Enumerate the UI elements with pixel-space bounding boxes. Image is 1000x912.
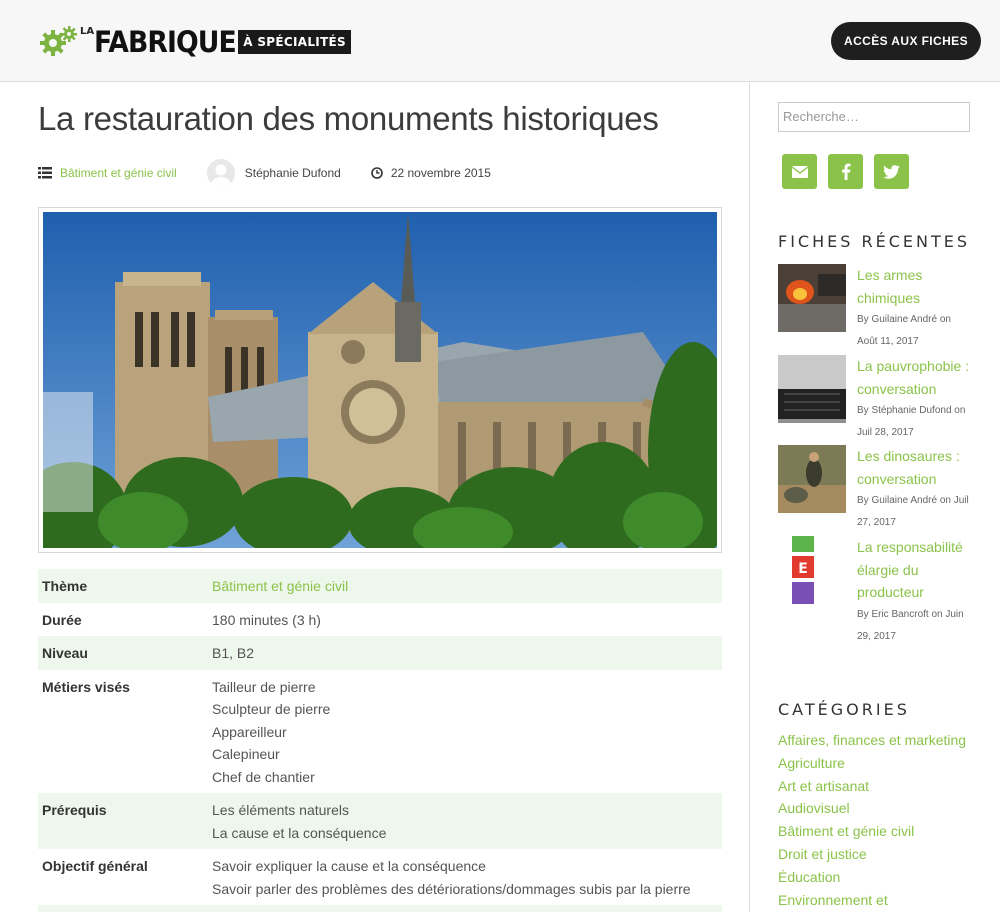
info-row: Objectif général Savoir expliquer la caus… (38, 849, 722, 905)
info-line: Les éléments naturels (212, 802, 349, 818)
info-key: Durée (42, 611, 82, 628)
category-link[interactable]: Affaires, finances et marketing (778, 729, 966, 752)
course-info-table: Thème Bâtiment et génie civil Durée 180 min… (38, 569, 722, 912)
post-author[interactable]: Stéphanie Dufond (245, 166, 341, 180)
twitter-share-button[interactable] (874, 154, 909, 189)
page-title: La restauration des monuments historique… (38, 100, 659, 137)
cathedral-illustration (43, 212, 717, 548)
info-line: Savoir parler des problèmes des détérior… (212, 880, 691, 897)
post-thumbnail[interactable] (778, 445, 846, 513)
post-thumbnail[interactable]: E (778, 536, 846, 604)
recent-post-title[interactable]: La responsabilité élargie du producteur (857, 536, 973, 604)
info-row: Métiers visés Tailleur de pierre Sculpteur… (38, 670, 722, 794)
info-row: Durée 180 minutes (3 h) (38, 603, 722, 637)
svg-text:E: E (798, 561, 808, 577)
recent-post-title[interactable]: Les dinosaures : conversation (857, 445, 973, 490)
info-key: Métiers visés (42, 678, 130, 695)
avatar[interactable] (206, 159, 235, 187)
social-buttons (782, 154, 909, 189)
info-key: Thème (42, 578, 88, 594)
clock-icon (371, 167, 383, 179)
category-link[interactable]: Art et artisanat (778, 775, 966, 798)
categories-heading: CATÉGORIES (778, 700, 910, 719)
category-link[interactable]: Droit et justice (778, 843, 966, 866)
info-value: Savoir expliquer la cause et la conséque… (212, 855, 691, 900)
info-row: Prérequis Les éléments naturels La cause e… (38, 793, 722, 849)
recent-post-title[interactable]: La pauvrophobie : conversation (857, 355, 973, 400)
info-row: Objectif grammaticalLa cause et la consé… (38, 905, 722, 912)
recent-post-meta: By Guilaine André on Juil 27, 2017 (857, 495, 969, 528)
info-line: B1, B2 (212, 645, 255, 661)
info-key: Objectif général (42, 858, 148, 874)
info-value: Les éléments naturels La cause et la cons… (212, 799, 386, 844)
info-row: Niveau B1, B2 (38, 636, 722, 670)
recent-post[interactable]: E La responsabilité élargie du producteu… (778, 536, 973, 648)
twitter-icon (883, 164, 900, 179)
info-line: 180 minutes (3 h) (212, 611, 321, 628)
recent-posts-heading: FICHES RÉCENTES (778, 232, 970, 251)
access-fiches-button[interactable]: ACCÈS AUX FICHES (831, 22, 981, 60)
info-line: La cause et la conséquence (212, 824, 387, 841)
facebook-share-button[interactable] (828, 154, 863, 189)
logo-main-text: FABRIQUE (94, 25, 237, 59)
site-logo[interactable]: LA FABRIQUE À SPÉCIALITÉS (38, 22, 351, 62)
list-icon (38, 167, 52, 179)
mail-share-button[interactable] (782, 154, 817, 189)
info-line: Savoir expliquer la cause et la conséque… (212, 858, 486, 874)
categories-list: Affaires, finances et marketing Agricultu… (778, 729, 966, 911)
info-line: Tailleur de pierre (212, 678, 316, 695)
logo-tagline: À SPÉCIALITÉS (238, 30, 351, 54)
info-line: Chef de chantier (212, 768, 315, 785)
post-category-link[interactable]: Bâtiment et génie civil (60, 166, 177, 180)
post-thumbnail[interactable] (778, 264, 846, 332)
recent-post[interactable]: La pauvrophobie : conversation By Stépha… (778, 355, 973, 444)
info-value: 180 minutes (3 h) (212, 609, 321, 632)
category-link[interactable]: Audiovisuel (778, 797, 966, 820)
category-link[interactable]: Agriculture (778, 752, 966, 775)
info-value: Tailleur de pierre Sculpteur de pierre App… (212, 676, 330, 789)
post-date: 22 novembre 2015 (390, 166, 491, 180)
recent-post-meta: By Guilaine André on Août 11, 2017 (857, 314, 951, 347)
category-link[interactable]: Éducation (778, 866, 966, 889)
sidebar-divider (749, 83, 750, 912)
info-line: Calepineur (212, 746, 280, 762)
info-value: Bâtiment et génie civil (212, 575, 348, 598)
recent-post-meta: By Stéphanie Dufond on Juil 28, 2017 (857, 405, 966, 438)
category-link[interactable]: Environnement et (778, 889, 966, 912)
featured-image (38, 207, 722, 553)
category-link[interactable]: Bâtiment et génie civil (778, 820, 966, 843)
site-header: LA FABRIQUE À SPÉCIALITÉS ACCÈS AUX FICH… (0, 0, 1000, 82)
post-meta: Bâtiment et génie civil Stéphanie Dufond… (38, 157, 491, 189)
info-row: Thème Bâtiment et génie civil (38, 569, 722, 603)
post-thumbnail[interactable] (778, 355, 846, 423)
mail-icon (791, 165, 808, 178)
recent-post[interactable]: Les armes chimiques By Guilaine André on… (778, 264, 973, 353)
search-input[interactable]: Recherche… (778, 102, 970, 132)
recent-post-meta: By Eric Bancroft on Juin 29, 2017 (857, 608, 964, 642)
info-value: B1, B2 (212, 642, 254, 665)
info-key: Prérequis (42, 802, 107, 818)
info-key: Niveau (42, 645, 88, 661)
gear-icon (40, 26, 77, 56)
recent-post-title[interactable]: Les armes chimiques (857, 264, 973, 309)
facebook-icon (841, 163, 850, 180)
recent-post[interactable]: Les dinosaures : conversation By Guilain… (778, 445, 973, 534)
info-line: Sculpteur de pierre (212, 701, 331, 717)
logo-small-text: LA (80, 26, 95, 37)
info-line: Appareilleur (212, 723, 287, 740)
theme-link[interactable]: Bâtiment et génie civil (212, 575, 348, 598)
